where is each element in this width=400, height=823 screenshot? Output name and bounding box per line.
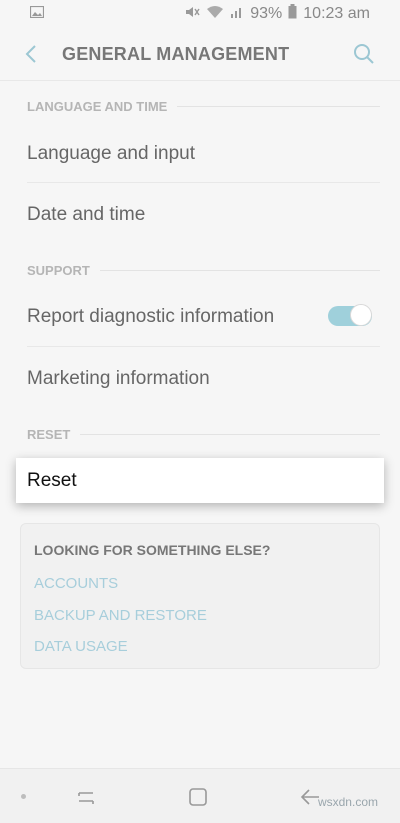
section-header-reset: RESET (27, 427, 380, 442)
item-divider (27, 346, 380, 347)
diagnostic-toggle[interactable] (328, 303, 372, 329)
app-bar: GENERAL MANAGEMENT (0, 28, 400, 80)
section-label: LANGUAGE AND TIME (27, 99, 168, 114)
header-divider (0, 80, 400, 81)
reset-label: Reset (27, 469, 77, 491)
date-and-time-item[interactable]: Date and time (27, 204, 380, 226)
language-and-input-item[interactable]: Language and input (27, 143, 380, 165)
watermark: wsxdn.com (317, 795, 378, 809)
section-label: RESET (27, 427, 71, 442)
recent-apps-button[interactable] (74, 785, 98, 809)
recent-apps-icon (78, 792, 94, 804)
looking-for-title: LOOKING FOR SOMETHING ELSE? (34, 542, 271, 558)
dot-icon (21, 794, 26, 799)
section-header-support: SUPPORT (27, 263, 380, 278)
data-usage-link[interactable]: DATA USAGE (34, 638, 128, 655)
marketing-information-item[interactable]: Marketing information (27, 368, 380, 390)
toggle-knob (350, 304, 372, 326)
section-line (80, 434, 380, 435)
accounts-link[interactable]: ACCOUNTS (34, 575, 118, 592)
section-label: SUPPORT (27, 263, 90, 278)
looking-for-panel: LOOKING FOR SOMETHING ELSE? ACCOUNTS BAC… (20, 523, 380, 669)
section-header-language-time: LANGUAGE AND TIME (27, 99, 380, 114)
image-icon (29, 5, 45, 23)
search-button[interactable] (352, 42, 376, 66)
back-button[interactable] (20, 42, 44, 66)
mute-icon (184, 5, 200, 24)
status-bar: 93% 10:23 am (0, 0, 400, 28)
wifi-icon (206, 5, 224, 24)
page-title: GENERAL MANAGEMENT (62, 44, 290, 64)
clock: 10:23 am (303, 5, 370, 22)
battery-icon (288, 4, 297, 24)
home-button[interactable] (186, 785, 210, 809)
battery-percent: 93% (250, 5, 283, 22)
section-line (99, 270, 380, 271)
home-icon (189, 788, 207, 806)
section-line (177, 106, 380, 107)
chevron-left-icon (25, 45, 36, 63)
item-divider (27, 182, 380, 183)
reset-item[interactable]: Reset (16, 458, 384, 503)
search-icon (354, 44, 374, 64)
signal-icon (230, 5, 244, 24)
backup-and-restore-link[interactable]: BACKUP AND RESTORE (34, 607, 207, 624)
